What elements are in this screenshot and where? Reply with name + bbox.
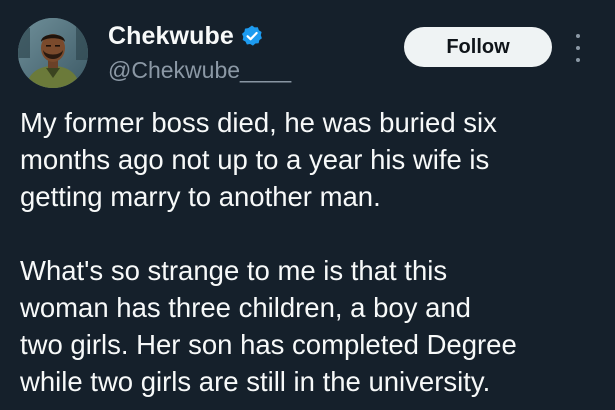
text-line: while two girls are still in the univers…	[20, 366, 491, 397]
text-line: My former boss died, he was buried six	[20, 107, 497, 138]
user-info: Chekwube @Chekwube____	[108, 20, 291, 84]
text-line: getting marry to another man.	[20, 181, 381, 212]
follow-button[interactable]: Follow	[404, 27, 552, 67]
tweet-text: My former boss died, he was buried six m…	[20, 104, 600, 400]
avatar[interactable]	[18, 18, 88, 88]
tweet-paragraph: My former boss died, he was buried six m…	[20, 104, 600, 215]
text-line: What's so strange to me is that this	[20, 255, 448, 286]
text-line: two girls. Her son has completed Degree	[20, 329, 517, 360]
dot	[576, 46, 580, 50]
display-name[interactable]: Chekwube	[108, 22, 234, 51]
user-handle[interactable]: @Chekwube____	[108, 56, 291, 84]
tweet-paragraph: What's so strange to me is that this wom…	[20, 252, 600, 400]
dot	[576, 58, 580, 62]
name-row: Chekwube	[108, 20, 291, 52]
text-line: woman has three children, a boy and	[20, 292, 471, 323]
dot	[576, 34, 580, 38]
text-line: months ago not up to a year his wife is	[20, 144, 490, 175]
verified-badge-icon	[240, 24, 264, 48]
more-options-icon[interactable]	[570, 34, 586, 62]
tweet-card: Chekwube @Chekwube____ Follow My former …	[0, 0, 615, 410]
avatar-illustration	[18, 18, 88, 88]
